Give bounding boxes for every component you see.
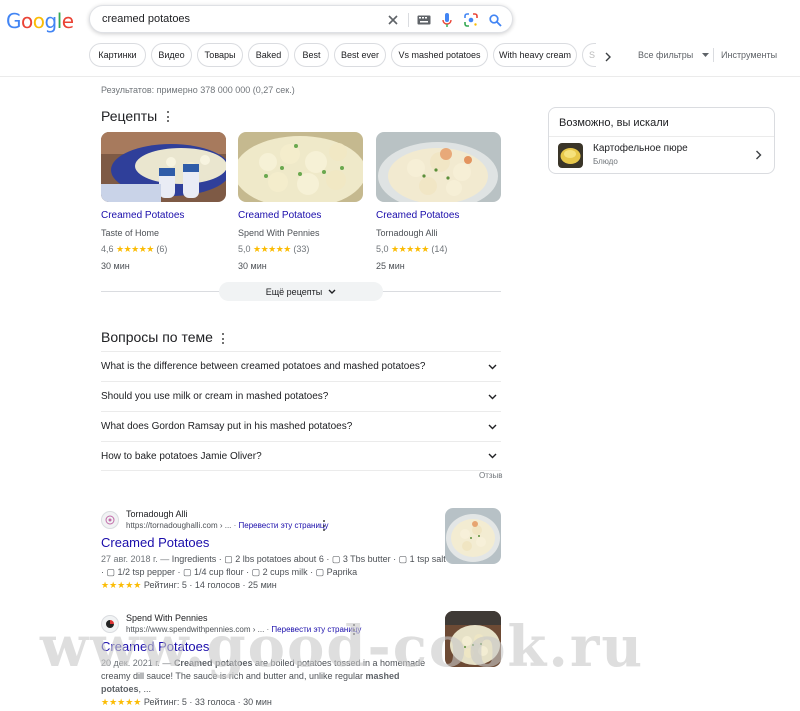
recipe-source: Tornadough Alli [376, 228, 438, 238]
chip-video[interactable]: Видео [151, 43, 192, 67]
suggestion-subtitle: Блюдо [593, 157, 618, 166]
people-also-search-panel: Возможно, вы искали Картофельное пюре Бл… [548, 107, 775, 174]
result-stats: Результатов: примерно 378 000 000 (0,27 … [101, 85, 295, 95]
result-url[interactable]: https://tornadoughalli.com › ... · Перев… [126, 521, 329, 530]
more-options-icon[interactable] [353, 624, 356, 635]
url-text: https://tornadoughalli.com › ... [126, 521, 232, 530]
header-divider [0, 76, 800, 77]
search-icon[interactable] [487, 12, 503, 28]
suggestion-image [558, 143, 583, 168]
result-thumbnail[interactable] [445, 611, 501, 667]
google-logo[interactable]: Google [6, 9, 74, 33]
chevron-down-icon [488, 453, 497, 459]
recipe-rating: 5,0 ★★★★★ (33) [238, 244, 310, 254]
suggestion-title: Картофельное пюре [593, 143, 688, 154]
site-favicon [101, 615, 119, 633]
site-name[interactable]: Tornadough Alli [126, 509, 188, 519]
chip-best[interactable]: Best [294, 43, 329, 67]
chip-images[interactable]: Картинки [89, 43, 146, 67]
question-item[interactable]: Should you use milk or cream in mashed p… [101, 381, 501, 411]
question-item[interactable]: How to bake potatoes Jamie Oliver? [101, 441, 501, 471]
recipes-heading: Рецепты [101, 108, 158, 124]
recipe-card[interactable]: Creamed Potatoes Taste of Home 4,6 ★★★★★… [101, 132, 226, 271]
recipe-title[interactable]: Creamed Potatoes [376, 210, 459, 221]
recipe-image [238, 132, 363, 202]
recipe-card[interactable]: Creamed Potatoes Spend With Pennies 5,0 … [238, 132, 363, 271]
recipe-image [376, 132, 501, 202]
more-recipes-button[interactable]: Ещё рецепты [219, 282, 383, 301]
chip-partial[interactable]: S [582, 43, 596, 67]
feedback-link[interactable]: Отзыв [479, 471, 503, 480]
more-options-icon[interactable] [323, 520, 326, 531]
rating-stars: ★★★★★ [101, 697, 142, 707]
more-options-icon[interactable] [167, 111, 170, 122]
recipe-time: 25 мин [376, 261, 405, 271]
question-text: What does Gordon Ramsay put in his mashe… [101, 421, 353, 432]
question-item[interactable]: What is the difference between creamed p… [101, 351, 501, 381]
result-title[interactable]: Creamed Potatoes [101, 535, 209, 550]
chevron-right-icon[interactable] [604, 49, 612, 67]
chip-heavy-cream[interactable]: With heavy cream [493, 43, 577, 67]
chevron-down-icon [328, 289, 336, 294]
site-favicon [101, 511, 119, 529]
recipe-time: 30 мин [238, 261, 267, 271]
recipe-image [101, 132, 226, 202]
more-options-icon[interactable] [222, 333, 225, 344]
chip-baked[interactable]: Baked [248, 43, 289, 67]
chevron-down-icon [488, 394, 497, 399]
question-text: Should you use milk or cream in mashed p… [101, 391, 329, 402]
result-thumbnail[interactable] [445, 508, 501, 564]
tools-button[interactable]: Инструменты [721, 50, 777, 60]
question-text: How to bake potatoes Jamie Oliver? [101, 450, 262, 462]
recipe-title[interactable]: Creamed Potatoes [101, 210, 184, 221]
chip-best-ever[interactable]: Best ever [334, 43, 386, 67]
chevron-down-icon [488, 364, 497, 369]
rating-stars: ★★★★★ [116, 244, 154, 254]
clear-icon[interactable] [385, 12, 401, 28]
caret-down-icon [701, 53, 709, 58]
page: Google creamed potatoes Картинки Видео Т… [0, 0, 800, 711]
rating-stars: ★★★★★ [101, 580, 142, 590]
chip-vs-mashed[interactable]: Vs mashed potatoes [391, 43, 488, 67]
search-box[interactable]: creamed potatoes [89, 5, 513, 33]
recipe-source: Taste of Home [101, 228, 160, 238]
question-text: What is the difference between creamed p… [101, 361, 426, 372]
all-filters-button[interactable]: Все фильтры [638, 50, 709, 60]
translate-link[interactable]: Перевести эту страницу [239, 521, 329, 530]
result-url[interactable]: https://www.spendwithpennies.com › ... ·… [126, 625, 361, 634]
url-text: https://www.spendwithpennies.com › ... [126, 625, 265, 634]
panel-heading: Возможно, вы искали [559, 117, 669, 129]
recipe-card[interactable]: Creamed Potatoes Tornadough Alli 5,0 ★★★… [376, 132, 501, 271]
more-recipes-label: Ещё рецепты [265, 286, 323, 297]
search-input[interactable]: creamed potatoes [102, 13, 190, 25]
question-item[interactable]: What does Gordon Ramsay put in his mashe… [101, 411, 501, 441]
result-snippet: 27 авг. 2018 г. — Ingredients · ▢ 2 lbs … [101, 554, 446, 590]
lens-icon[interactable] [463, 12, 479, 28]
questions-heading: Вопросы по теме [101, 329, 213, 345]
microphone-icon[interactable] [439, 12, 455, 28]
recipe-title[interactable]: Creamed Potatoes [238, 210, 321, 221]
rating-stars: ★★★★★ [391, 244, 429, 254]
chip-products[interactable]: Товары [197, 43, 243, 67]
recipe-rating: 5,0 ★★★★★ (14) [376, 244, 448, 254]
chevron-down-icon [488, 424, 497, 429]
result-title[interactable]: Creamed Potatoes [101, 639, 209, 654]
recipe-time: 30 мин [101, 261, 130, 271]
recipe-rating: 4,6 ★★★★★ (6) [101, 244, 168, 254]
keyboard-icon[interactable] [416, 12, 432, 28]
chevron-right-icon [756, 150, 762, 160]
divider [408, 13, 409, 27]
all-filters-label: Все фильтры [638, 50, 694, 60]
site-name[interactable]: Spend With Pennies [126, 613, 208, 623]
suggestion-item[interactable]: Картофельное пюре Блюдо [549, 137, 774, 173]
recipe-source: Spend With Pennies [238, 228, 320, 238]
result-snippet: 20 дек. 2021 г. — Creamed potatoes are b… [101, 658, 426, 707]
divider [713, 48, 714, 62]
rating-stars: ★★★★★ [253, 244, 291, 254]
translate-link[interactable]: Перевести эту страницу [271, 625, 361, 634]
